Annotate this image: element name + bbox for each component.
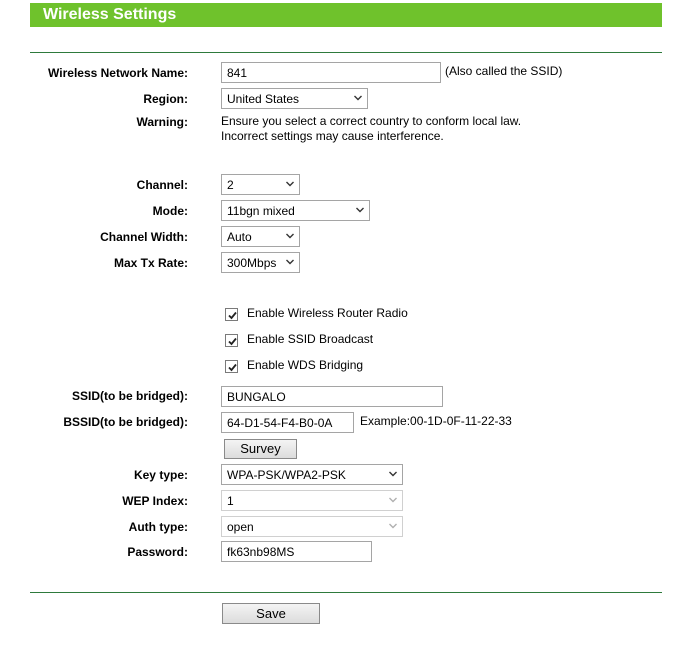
region-select-value: United States [227, 92, 300, 106]
auth-type-label: Auth type: [128, 520, 188, 534]
chevron-down-icon [389, 497, 397, 504]
enable-wds-label: Enable WDS Bridging [247, 358, 364, 372]
password-label: Password: [127, 545, 188, 559]
mode-select-value: 11bgn mixed [227, 204, 295, 218]
ssid-input[interactable]: 841 [221, 62, 441, 83]
enable-ssid-broadcast-label: Enable SSID Broadcast [247, 332, 374, 346]
wep-index-label: WEP Index: [122, 494, 188, 508]
enable-radio-label: Enable Wireless Router Radio [247, 306, 408, 320]
warning-line-2: Incorrect settings may cause interferenc… [221, 129, 444, 143]
channel-width-label: Channel Width: [100, 230, 188, 244]
channel-width-select[interactable]: Auto [221, 226, 300, 247]
enable-ssid-broadcast-checkbox[interactable] [225, 334, 238, 347]
chevron-down-icon [286, 259, 294, 266]
key-type-select[interactable]: WPA-PSK/WPA2-PSK [221, 464, 403, 485]
channel-label: Channel: [136, 178, 188, 192]
auth-type-select[interactable]: open [221, 516, 403, 537]
channel-select-value: 2 [227, 178, 234, 192]
chevron-down-icon [286, 233, 294, 240]
bottom-divider [30, 592, 662, 593]
wireless-settings-page: Wireless Settings Wireless Network Name:… [0, 0, 692, 667]
chevron-down-icon [354, 95, 362, 102]
ssid-label: Wireless Network Name: [48, 66, 188, 80]
warning-label: Warning: [136, 115, 188, 129]
bssid-example: Example:00-1D-0F-11-22-33 [360, 414, 512, 428]
auth-type-select-value: open [227, 520, 254, 534]
key-type-label: Key type: [133, 468, 188, 482]
channel-select[interactable]: 2 [221, 174, 300, 195]
chevron-down-icon [389, 523, 397, 530]
chevron-down-icon [286, 181, 294, 188]
password-input[interactable]: fk63nb98MS [221, 541, 372, 562]
region-label: Region: [143, 92, 188, 106]
save-button[interactable]: Save [222, 603, 320, 624]
ssid-bridged-input[interactable]: BUNGALO [221, 386, 443, 407]
mode-select[interactable]: 11bgn mixed [221, 200, 370, 221]
chevron-down-icon [389, 471, 397, 478]
key-type-select-value: WPA-PSK/WPA2-PSK [227, 468, 346, 482]
wep-index-select-value: 1 [227, 494, 234, 508]
enable-radio-checkbox[interactable] [225, 308, 238, 321]
survey-button[interactable]: Survey [224, 439, 297, 459]
channel-width-select-value: Auto [227, 230, 252, 244]
page-title: Wireless Settings [43, 6, 177, 23]
chevron-down-icon [356, 207, 364, 214]
max-tx-rate-select[interactable]: 300Mbps [221, 252, 300, 273]
checkmark-icon [228, 337, 237, 346]
bssid-bridged-label: BSSID(to be bridged): [63, 415, 188, 429]
title-bar: Wireless Settings [30, 3, 662, 27]
top-divider [30, 52, 662, 53]
bssid-bridged-input[interactable]: 64-D1-54-F4-B0-0A [221, 412, 354, 433]
checkmark-icon [228, 311, 237, 320]
max-tx-rate-select-value: 300Mbps [227, 256, 277, 270]
checkmark-icon [228, 363, 237, 372]
ssid-note: (Also called the SSID) [445, 64, 563, 78]
mode-label: Mode: [152, 204, 188, 218]
enable-wds-checkbox[interactable] [225, 360, 238, 373]
ssid-bridged-label: SSID(to be bridged): [72, 389, 188, 403]
wep-index-select[interactable]: 1 [221, 490, 403, 511]
max-tx-rate-label: Max Tx Rate: [113, 256, 188, 270]
warning-line-1: Ensure you select a correct country to c… [221, 114, 522, 128]
region-select[interactable]: United States [221, 88, 368, 109]
